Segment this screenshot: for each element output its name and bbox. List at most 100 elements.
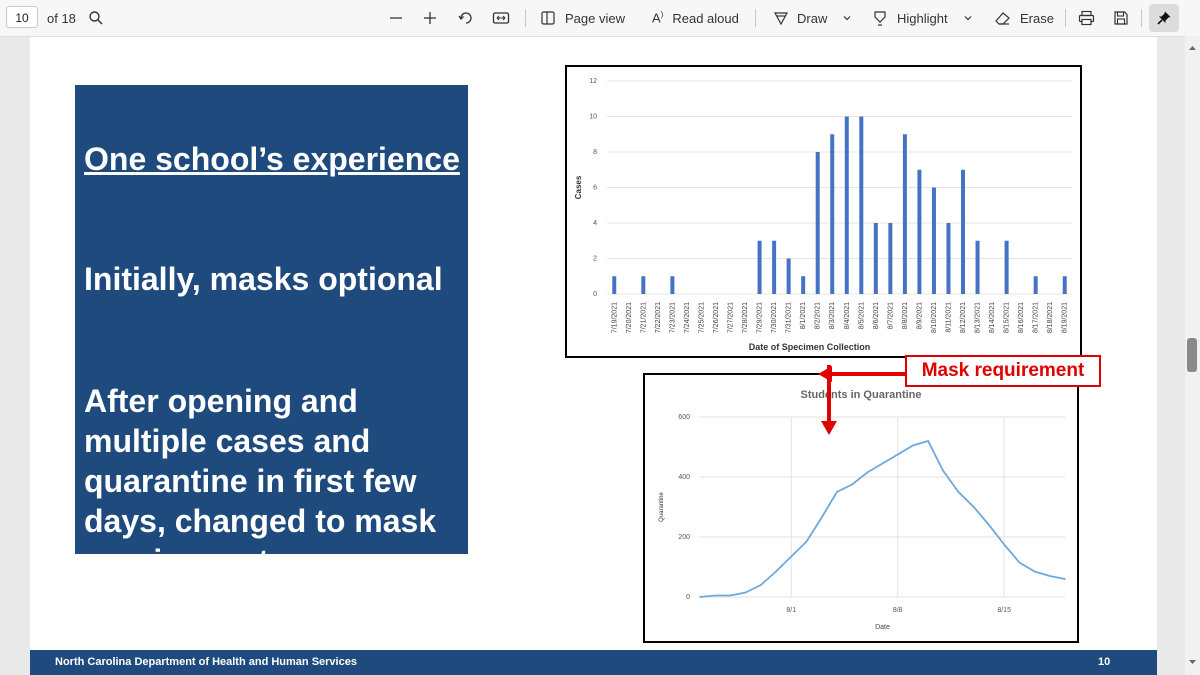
y-tick-label: 0 — [593, 291, 597, 298]
data-point — [896, 453, 899, 456]
y-tick-label: 200 — [678, 534, 690, 541]
scroll-up-icon[interactable] — [1188, 44, 1197, 52]
data-point — [1048, 575, 1051, 577]
scroll-down-icon[interactable] — [1188, 658, 1197, 666]
cases-bar-chart-svg: 0 2 4 6 8 10 12 Cases 7/19/2021 7/20/2021 7/21/202… — [574, 78, 1072, 352]
y-axis-label: Cases — [574, 175, 583, 199]
bar — [1004, 240, 1009, 294]
scrollbar-thumb[interactable] — [1187, 338, 1197, 372]
x-tick-label: 8/8/2021 — [902, 302, 909, 329]
x-tick-label: 8/14/2021 — [989, 302, 996, 333]
y-tick-label: 600 — [678, 414, 690, 421]
x-tick-label: 8/1 — [786, 607, 796, 614]
read-aloud-icon: A) — [652, 10, 664, 26]
y-tick-label: 8 — [593, 149, 597, 156]
data-point — [836, 491, 838, 493]
pin-icon[interactable] — [1149, 4, 1179, 32]
bar — [786, 258, 791, 294]
data-point — [760, 584, 762, 586]
y-axis-label: Quarantine — [659, 491, 665, 521]
x-tick-label: 8/2/2021 — [815, 302, 822, 329]
bar — [873, 223, 878, 294]
x-tick-label: 7/29/2021 — [757, 302, 764, 333]
y-tick-label: 12 — [589, 78, 597, 85]
page-view-button[interactable]: Page view — [540, 0, 625, 36]
toolbar-divider — [755, 9, 756, 27]
bar — [801, 276, 806, 294]
data-point — [714, 594, 717, 597]
zoom-in-icon[interactable] — [422, 0, 438, 36]
data-point — [699, 596, 701, 598]
x-tick-label: 7/25/2021 — [698, 302, 705, 333]
data-point — [729, 594, 732, 597]
toolbar-divider — [1065, 9, 1066, 27]
print-icon[interactable] — [1078, 0, 1095, 36]
eraser-icon — [995, 12, 1010, 25]
x-tick-label: 7/23/2021 — [669, 302, 676, 333]
toolbar-divider — [1141, 9, 1142, 27]
page-count-label: of 18 — [47, 10, 76, 26]
text-panel: One school’s experience Initially, masks… — [75, 85, 468, 579]
data-point — [912, 444, 914, 447]
footer-organization: North Carolina Department of Health and … — [55, 656, 357, 668]
pdf-page: One school’s experience Initially, masks… — [30, 37, 1157, 675]
point-mask-requirement: After opening and multiple cases and qua… — [84, 381, 436, 581]
x-tick-label: 7/26/2021 — [713, 302, 720, 333]
read-aloud-button[interactable]: A) Read aloud — [652, 0, 739, 36]
y-tick-label: 2 — [593, 256, 597, 263]
erase-label: Erase — [1020, 10, 1054, 26]
page-count: of 18 — [47, 0, 76, 36]
data-point — [942, 470, 945, 472]
x-tick-label: 8/10/2021 — [931, 302, 938, 333]
data-point — [988, 524, 990, 526]
highlight-icon — [874, 11, 886, 26]
data-point — [820, 516, 823, 519]
x-tick-label: 8/15 — [997, 607, 1011, 614]
bar — [859, 116, 864, 294]
x-tick-label: 7/24/2021 — [684, 302, 691, 333]
draw-label: Draw — [797, 10, 828, 26]
rotate-icon[interactable] — [457, 0, 475, 36]
y-tick-label: 10 — [589, 114, 597, 121]
draw-icon — [773, 12, 789, 26]
erase-button[interactable]: Erase — [994, 0, 1054, 36]
save-icon[interactable] — [1113, 0, 1129, 36]
draw-button[interactable]: Draw — [773, 0, 827, 36]
bar — [946, 223, 951, 294]
fit-page-icon[interactable] — [492, 0, 510, 36]
bar — [888, 223, 893, 294]
data-point — [1064, 578, 1066, 580]
x-tick-label: 7/30/2021 — [771, 302, 778, 333]
highlight-button[interactable]: Highlight — [872, 0, 948, 36]
search-icon[interactable] — [88, 0, 104, 36]
y-tick-label: 6 — [593, 185, 597, 192]
x-tick-label: 8/3/2021 — [829, 302, 836, 329]
point-line: quarantine in first few — [84, 463, 417, 499]
y-tick-label: 400 — [678, 474, 690, 481]
highlight-options-chevron[interactable] — [963, 0, 973, 36]
data-point — [972, 506, 975, 508]
x-tick-label: 7/28/2021 — [742, 302, 749, 333]
x-tick-label: 7/21/2021 — [640, 302, 647, 333]
x-tick-label: 8/6/2021 — [873, 302, 880, 329]
bar — [961, 169, 966, 294]
data-point — [1018, 561, 1021, 564]
page-number-input[interactable]: 10 — [6, 6, 38, 28]
bar — [670, 276, 675, 294]
x-axis-label: Date — [875, 624, 890, 631]
chevron-down-icon — [964, 16, 972, 21]
x-tick-label: 8/18/2021 — [1047, 302, 1054, 333]
bar — [902, 134, 907, 294]
zoom-out-icon[interactable] — [388, 0, 404, 36]
bar — [757, 240, 762, 294]
draw-options-chevron[interactable] — [842, 0, 852, 36]
data-point — [851, 483, 853, 486]
point-line: multiple cases and — [84, 423, 371, 459]
x-tick-label: 8/4/2021 — [844, 302, 851, 329]
x-tick-label: 8/9/2021 — [916, 302, 923, 329]
x-tick-label: 8/1/2021 — [800, 302, 807, 329]
pdf-toolbar: 10 of 18 Page view A) Read aloud Draw Hi… — [0, 0, 1200, 37]
x-tick-label: 8/19/2021 — [1062, 302, 1069, 333]
cases-bar-chart: 0 2 4 6 8 10 12 Cases 7/19/2021 7/20/2021 7/21/202… — [565, 65, 1082, 358]
footer-page-number: 10 — [1098, 656, 1111, 668]
